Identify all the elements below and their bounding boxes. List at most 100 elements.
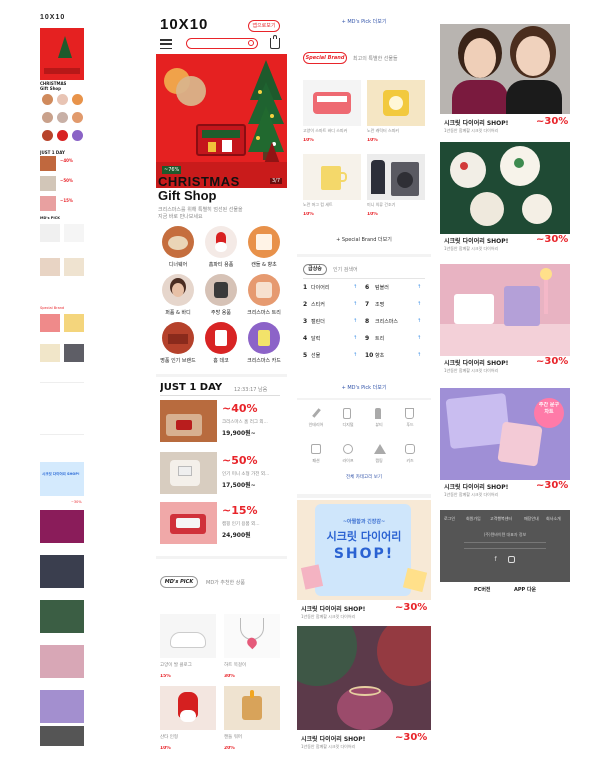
category-label[interactable]: 디너웨어	[156, 261, 200, 268]
category-homedeco-image[interactable]	[205, 322, 237, 354]
category-label[interactable]: 크리스마스 트리	[242, 309, 286, 316]
rank-word[interactable]: 텀블러	[375, 284, 389, 291]
quick-label[interactable]: 디지털	[333, 422, 363, 428]
search-input[interactable]	[186, 38, 258, 49]
mdpick-image-candle[interactable]	[224, 686, 280, 730]
footer-link[interactable]: 회사소개	[546, 516, 561, 522]
app-view-button[interactable]: 앱으로보기	[248, 20, 280, 32]
mdpick-more-link[interactable]: + MD's Pick 더보기	[297, 18, 431, 25]
lipstick-icon[interactable]	[375, 408, 381, 419]
quick-label[interactable]: 뷰티	[364, 422, 394, 428]
deal-image-appliance[interactable]	[160, 452, 217, 494]
facebook-icon[interactable]: f	[492, 556, 499, 563]
cup-icon[interactable]	[405, 408, 414, 419]
category-card-image[interactable]	[248, 322, 280, 354]
mdpick-image-clog[interactable]	[160, 614, 216, 658]
quick-label[interactable]: 캠핑	[364, 458, 394, 464]
christmas-banner[interactable]: ~76% 3/7	[156, 54, 287, 188]
category-label[interactable]: 퍼퓸 & 바디	[156, 309, 200, 316]
rank-word[interactable]: 캘린더	[311, 318, 325, 325]
rank-word[interactable]: 크리스마스	[375, 318, 398, 325]
category-dinnerware-image[interactable]	[162, 226, 194, 258]
special-image-dryer[interactable]	[367, 154, 425, 200]
pc-version-link[interactable]: PC버전	[474, 586, 491, 593]
special-image-bag[interactable]	[303, 80, 361, 126]
rank-word[interactable]: 향초	[375, 352, 384, 359]
category-kitchen-image[interactable]	[205, 274, 237, 306]
special-image-speaker[interactable]	[367, 80, 425, 126]
instagram-icon[interactable]	[508, 556, 515, 563]
mini-mdpick-grid	[40, 224, 84, 284]
footer-link[interactable]: 로그인	[444, 516, 455, 522]
tent-icon[interactable]	[374, 444, 386, 454]
toy-icon[interactable]	[405, 444, 415, 454]
section-divider	[297, 494, 431, 498]
quick-more-link[interactable]: 전체 카테고리 보기	[301, 474, 427, 480]
menu-icon[interactable]	[160, 39, 172, 49]
rank-up-icon: ↑	[417, 352, 422, 358]
stationery-photo[interactable]: 주간 문구 차트	[440, 388, 570, 480]
model-photo[interactable]	[440, 24, 570, 114]
pencil-icon[interactable]	[311, 408, 321, 418]
rank-num: 1	[303, 284, 308, 291]
footer-link[interactable]: 매장안내	[524, 516, 539, 522]
special-name: 노란 머그 컵 세트	[303, 202, 333, 207]
quick-label[interactable]: 키즈	[395, 458, 425, 464]
mdpick-image-santa[interactable]	[160, 686, 216, 730]
main-page-column: 10X10 앱으로보기 ~76% 3/7 CHRISTMAS Gift Shop…	[156, 14, 287, 754]
rank-word[interactable]: 선물	[311, 352, 320, 359]
ranking-more-link[interactable]: + MD's Pick 더보기	[297, 384, 431, 391]
quick-label[interactable]: 라이프	[333, 458, 363, 464]
category-tree-image[interactable]	[248, 274, 280, 306]
quick-label[interactable]: 패션	[301, 458, 331, 464]
card-discount: ~30%	[536, 234, 569, 245]
diary-banner-line2: 시크릿 다이어리	[326, 530, 402, 543]
rank-word[interactable]: 스티커	[311, 301, 325, 308]
category-party-image[interactable]	[205, 226, 237, 258]
category-perfume-image[interactable]	[162, 274, 194, 306]
ranking-tab-popular[interactable]: 인기 검색어	[333, 266, 358, 273]
category-grid: 디너웨어 홈파티 용품 캔들 & 향초 퍼퓸 & 바디 주방 용품 크리스마스 …	[156, 226, 287, 376]
special-image-mug[interactable]	[303, 154, 361, 200]
search-icon[interactable]	[248, 40, 254, 46]
tableware-photo[interactable]	[440, 142, 570, 234]
rank-num: 5	[303, 352, 308, 359]
deal-image-rug[interactable]	[160, 400, 217, 442]
category-candle-image[interactable]	[248, 226, 280, 258]
footer-link[interactable]: 고객행복센터	[490, 516, 512, 522]
deal-price: 19,900원~	[222, 430, 256, 437]
category-label[interactable]: 크리스마스 카드	[242, 357, 286, 364]
rank-num: 6	[365, 284, 370, 291]
phone-icon[interactable]	[343, 408, 351, 419]
category-brand-image[interactable]	[162, 322, 194, 354]
category-label[interactable]: 홈파티 용품	[199, 261, 243, 268]
rank-word[interactable]: 달력	[311, 335, 320, 342]
mdpick-image-necklace[interactable]	[224, 614, 280, 658]
category-label[interactable]: 명품 인기 브랜드	[156, 357, 200, 364]
cart-icon[interactable]	[270, 35, 280, 49]
app-download-link[interactable]: APP 다운	[514, 586, 536, 593]
quick-label[interactable]: 인테리어	[301, 422, 331, 428]
ranking-tab-rising[interactable]: 급상승	[303, 264, 327, 275]
jewelry-photo[interactable]	[297, 626, 431, 730]
deal-image-camping[interactable]	[160, 502, 217, 544]
card-title: 시크릿 다이어리 SHOP!	[444, 120, 509, 127]
quick-label[interactable]: 푸드	[395, 422, 425, 428]
card-discount: ~30%	[536, 116, 569, 127]
rank-word[interactable]: 트리	[375, 335, 384, 342]
shirt-icon[interactable]	[311, 444, 321, 454]
rank-up-icon: ↑	[417, 335, 422, 341]
rank-word[interactable]: 다이어리	[311, 284, 329, 291]
footer-link[interactable]: 회원가입	[466, 516, 481, 522]
diary-shop-banner[interactable]: ~아찔함과 긴장감~ 시크릿 다이어리 SHOP!	[297, 500, 431, 600]
category-label[interactable]: 홈 데코	[199, 357, 243, 364]
special-more-link[interactable]: + Special Brand 더보기	[297, 236, 431, 243]
rank-word[interactable]: 조명	[375, 301, 384, 308]
site-logo[interactable]: 10X10	[160, 16, 208, 33]
lamp-icon[interactable]	[343, 444, 353, 454]
desk-photo[interactable]	[440, 264, 570, 356]
category-label[interactable]: 캔들 & 향초	[242, 261, 286, 268]
deal-discount: ~15%	[222, 504, 258, 517]
category-label[interactable]: 주방 용품	[199, 309, 243, 316]
mini-pct-1: ~30%	[71, 500, 82, 504]
